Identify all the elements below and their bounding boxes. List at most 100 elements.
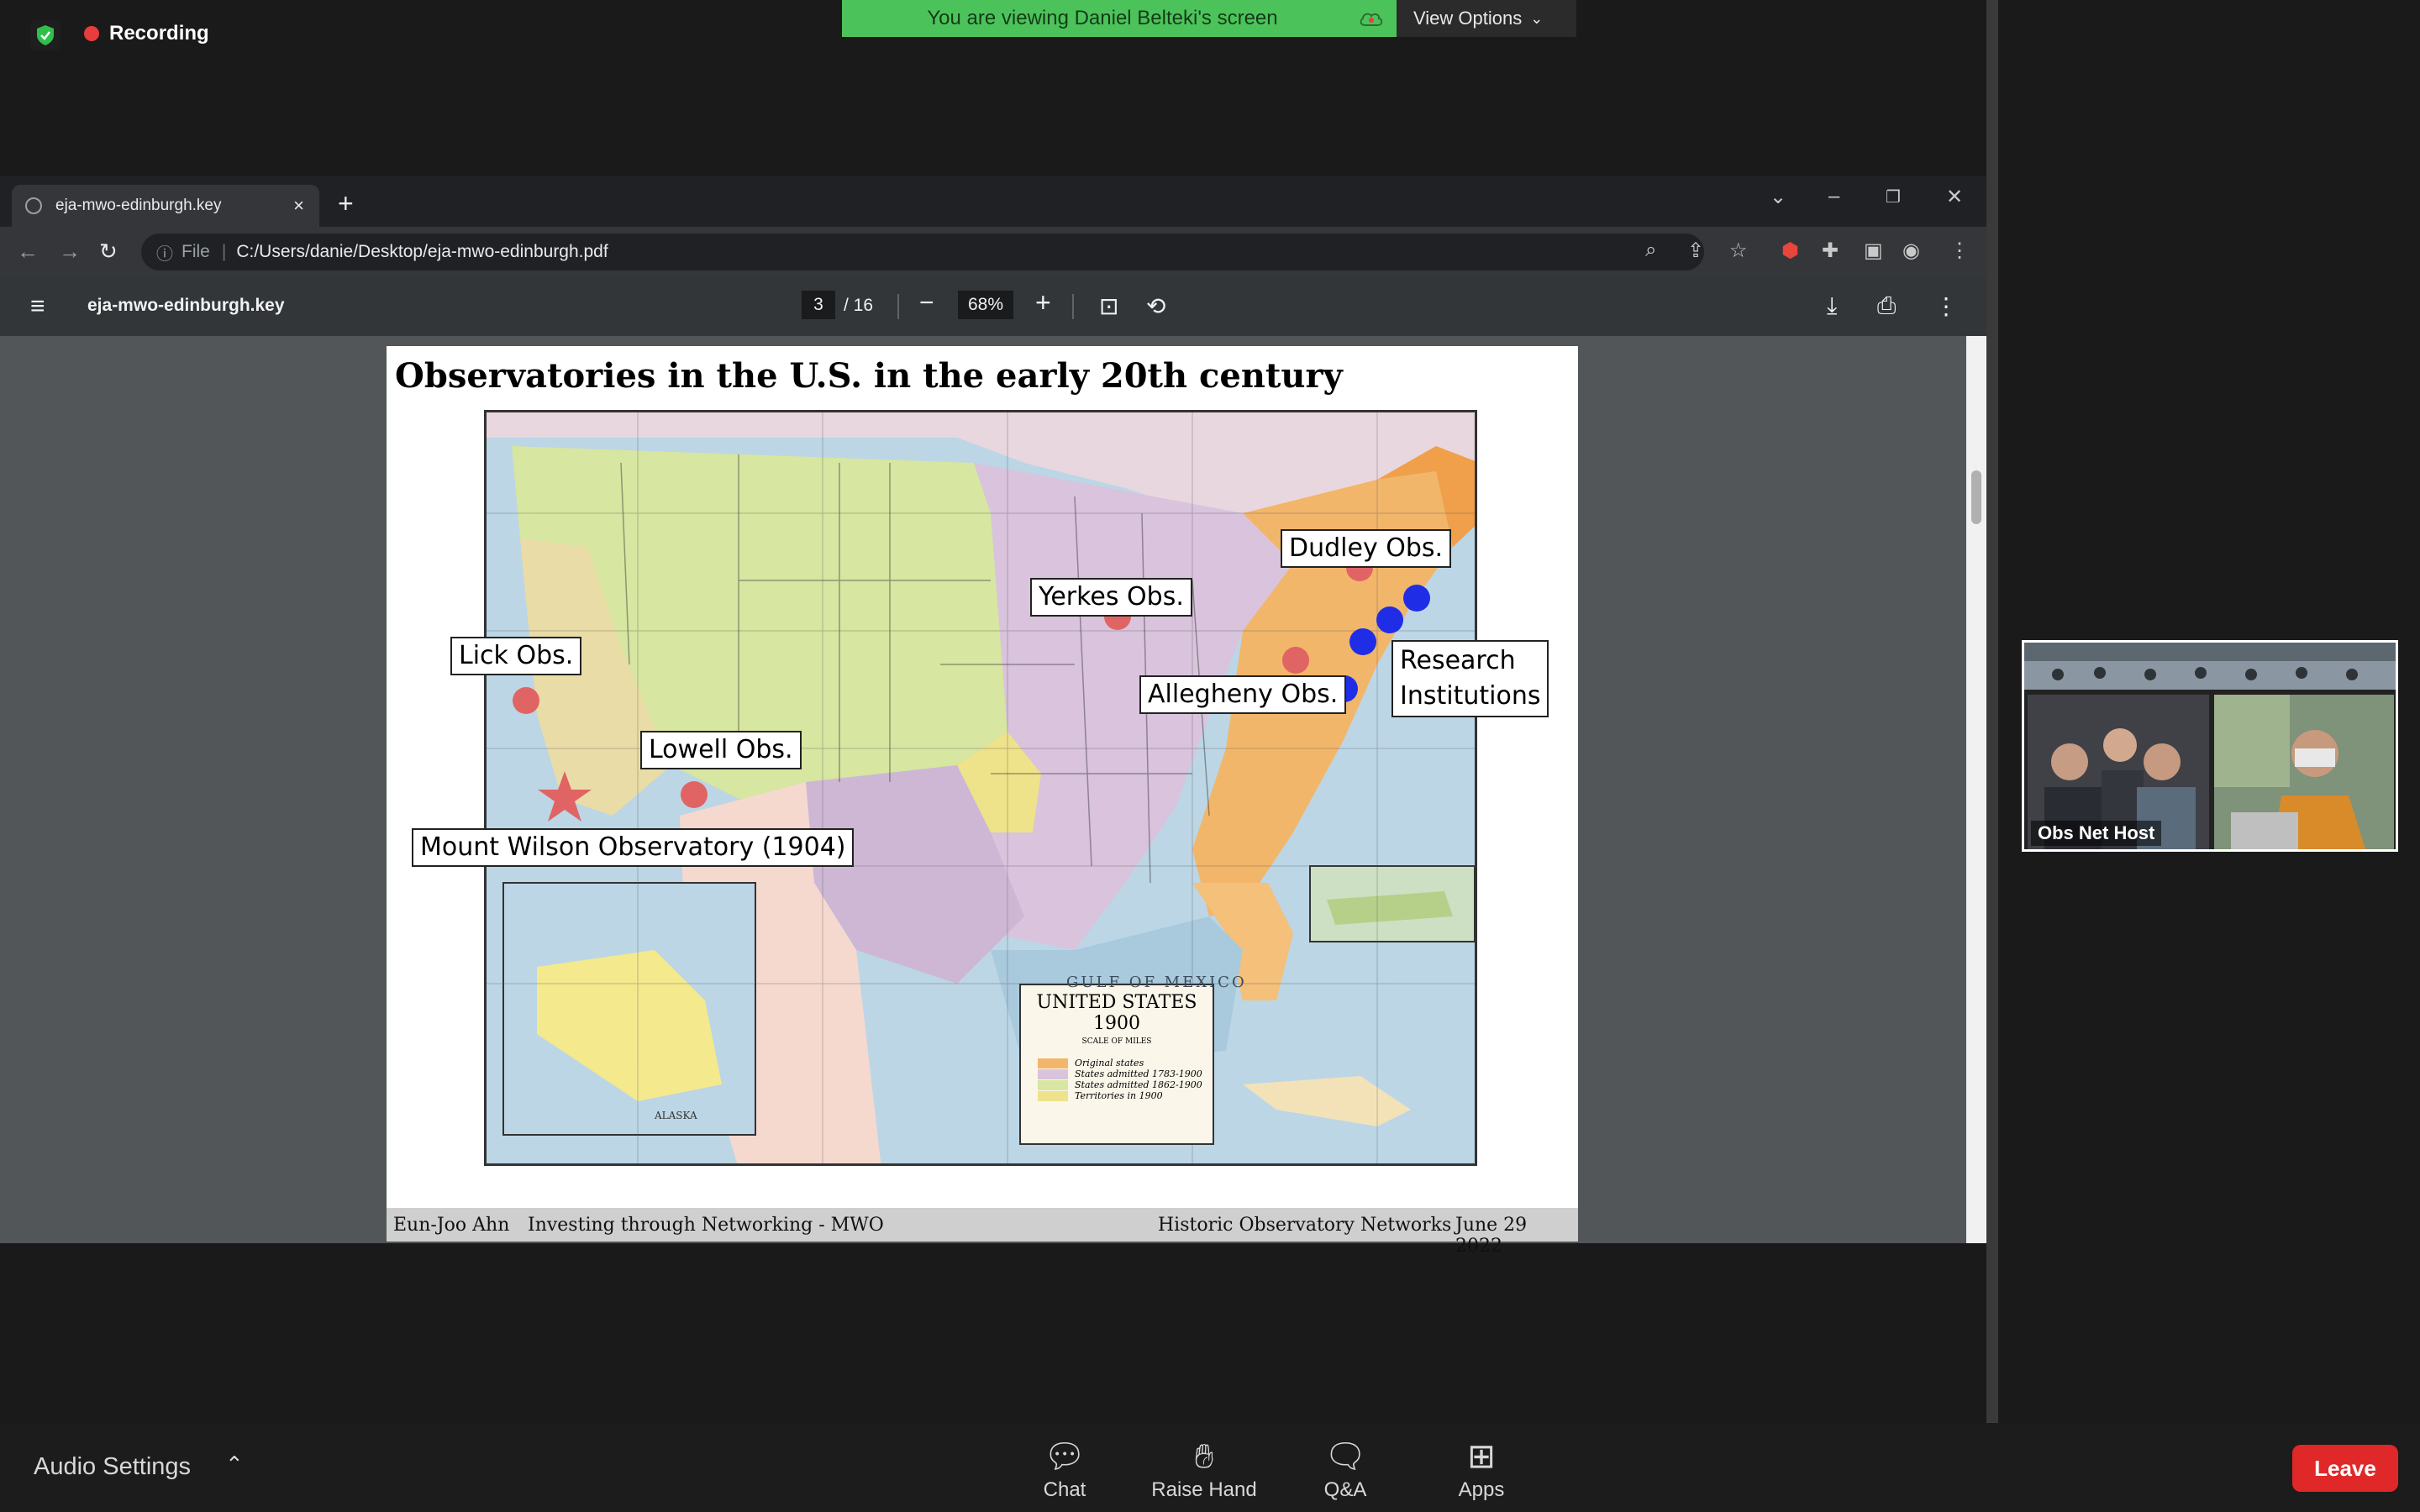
map-legend-year: 1900 [1093,1013,1140,1034]
new-tab-button[interactable]: + [338,188,354,219]
yerkes-label: Yerkes Obs. [1030,578,1192,617]
pdf-toolbar: ≡ eja-mwo-edinburgh.key 3 / 16 − 68% + ⊡… [0,277,1986,336]
participants-panel[interactable]: Obs Net Host [2022,640,2398,852]
extension-shield-icon[interactable]: ⬢ [1781,239,1799,263]
address-bar-row: ← → ↻ ⓘ File | C:/Users/danie/Desktop/ej… [0,227,1986,277]
room-video-tile[interactable] [2024,643,2396,690]
map-legend-items: Original states States admitted 1783-190… [1021,1058,1213,1101]
leave-button[interactable]: Leave [2292,1445,2398,1492]
slide-title: Observatories in the U.S. in the early 2… [395,356,1343,396]
us-map-drawing [487,412,1475,1163]
tab-title: eja-mwo-edinburgh.key [55,197,222,214]
security-shield-icon[interactable] [30,20,60,50]
forward-icon[interactable]: → [59,239,81,265]
chevron-up-icon[interactable]: ⌃ [225,1452,244,1478]
footer-event: Historic Observatory Networks [1158,1215,1452,1236]
map-legend-scale: SCALE OF MILES [1081,1037,1152,1046]
recording-label: Recording [109,22,209,45]
legend-item: States admitted 1862-1900 [1038,1079,1213,1090]
hand-icon: ✋︎ [1194,1438,1214,1475]
recording-indicator[interactable]: Recording [84,22,209,45]
lick-label: Lick Obs. [450,637,582,675]
research-label-line2: Institutions [1400,681,1541,711]
back-icon[interactable]: ← [17,239,39,265]
url-field[interactable]: ⓘ File | C:/Users/danie/Desktop/eja-mwo-… [141,234,1704,270]
tab-search-icon[interactable]: ⌄ [1770,185,1786,209]
allegheny-label: Allegheny Obs. [1139,675,1347,714]
institution-marker [1349,628,1376,655]
pdf-sidebar-menu-icon[interactable]: ≡ [30,292,45,321]
chat-label: Chat [1043,1478,1086,1501]
panel-divider[interactable] [1986,0,1998,1423]
page-number-input[interactable]: 3 [802,291,835,319]
profile-avatar-icon[interactable]: ◉ [1902,239,1920,263]
close-window-icon[interactable]: ✕ [1946,185,1963,209]
print-icon[interactable]: ⎙ [1877,292,1896,320]
chevron-down-icon: ⌄ [1530,9,1544,27]
map-legend: UNITED STATES 1900 SCALE OF MILES Origin… [1019,984,1214,1145]
qa-label: Q&A [1323,1478,1367,1501]
meeting-controls: Audio Settings ⌃ 💬︎ Chat ✋︎ Raise Hand 🗨… [0,1423,2420,1512]
view-options-button[interactable]: View Options ⌄ [1397,0,1576,37]
view-options-label: View Options [1413,8,1523,29]
map-legend-title: UNITED STATES [1036,992,1197,1013]
qa-icon: 🗨︎ [1323,1438,1367,1475]
legend-item: States admitted 1783-1900 [1038,1068,1213,1079]
fit-page-icon[interactable]: ⊡ [1099,292,1118,320]
cloud-icon [1360,13,1383,26]
share-icon[interactable]: ⇪ [1687,239,1704,263]
zoom-in-button[interactable]: + [1035,287,1051,318]
institution-marker [1376,606,1403,633]
zoom-level-input[interactable]: 68% [958,291,1013,319]
bookmark-star-icon[interactable]: ☆ [1729,239,1748,263]
page-total: / 16 [844,296,874,315]
restore-icon[interactable]: ❐ [1886,186,1901,207]
pdf-scrollbar[interactable] [1966,336,1986,1243]
close-tab-icon[interactable]: × [293,195,304,217]
url-text: C:/Users/danie/Desktop/eja-mwo-edinburgh… [236,242,608,261]
sidebar-icon[interactable]: ▣ [1864,239,1883,263]
browser-tab[interactable]: eja-mwo-edinburgh.key × [12,185,319,227]
zoom-window: Recording You are viewing Daniel Belteki… [0,0,2420,1512]
participant-name-label: Obs Net Host [2031,821,2162,846]
browser-tabstrip: eja-mwo-edinburgh.key × + ⌄ – ❐ ✕ [0,176,1986,227]
rotate-icon[interactable]: ⟲ [1146,292,1165,320]
chat-icon: 💬︎ [1043,1438,1086,1475]
apps-label: Apps [1458,1478,1505,1501]
us-map: UNITED STATES 1900 SCALE OF MILES Origin… [484,410,1477,1166]
slide-footer: Eun-Joo Ahn Investing through Networking… [387,1208,1578,1257]
chat-button[interactable]: 💬︎ Chat [1002,1435,1128,1502]
info-icon[interactable]: ⓘ [156,240,173,265]
download-icon[interactable]: ⤓ [1827,292,1837,320]
raise-hand-button[interactable]: ✋︎ Raise Hand [1141,1435,1267,1502]
research-institutions-label: Research Institutions [1392,640,1549,717]
lick-marker [513,687,539,714]
minimize-icon[interactable]: – [1828,185,1839,208]
footer-date: June 29 2022 [1455,1215,1528,1257]
mount-wilson-star-icon [538,771,592,822]
viewing-banner: You are viewing Daniel Belteki's screen [842,0,1397,37]
slide-page: Observatories in the U.S. in the early 2… [387,346,1578,1257]
url-separator: | [221,242,227,261]
audio-settings-button[interactable]: Audio Settings [34,1453,191,1481]
lowell-label: Lowell Obs. [640,731,802,769]
reload-icon[interactable]: ↻ [99,239,118,265]
speaker-video-drawing [2214,695,2394,849]
footer-talk: Investing through Networking - MWO [528,1215,884,1236]
apps-button[interactable]: ⊞ Apps [1418,1435,1544,1502]
footer-author: Eun-Joo Ahn [393,1215,510,1236]
pdf-title: eja-mwo-edinburgh.key [87,296,285,315]
pdf-scroll-thumb[interactable] [1971,470,1981,524]
host-video-tile[interactable]: Obs Net Host [2028,695,2209,849]
zoom-lens-icon[interactable]: ⌕ [1645,239,1656,262]
zoom-out-button[interactable]: − [919,289,934,318]
globe-icon [25,197,42,214]
qa-button[interactable]: 🗨︎ Q&A [1282,1435,1408,1502]
speaker-video-tile[interactable] [2214,695,2394,849]
gulf-label: GULF OF MEXICO [1066,974,1247,991]
extensions-puzzle-icon[interactable]: ✚ [1822,239,1839,263]
browser-menu-icon[interactable]: ⋮ [1949,239,1970,263]
legend-item: Territories in 1900 [1038,1090,1213,1101]
pdf-more-icon[interactable]: ⋮ [1934,292,1958,320]
research-label-line1: Research [1400,646,1516,675]
